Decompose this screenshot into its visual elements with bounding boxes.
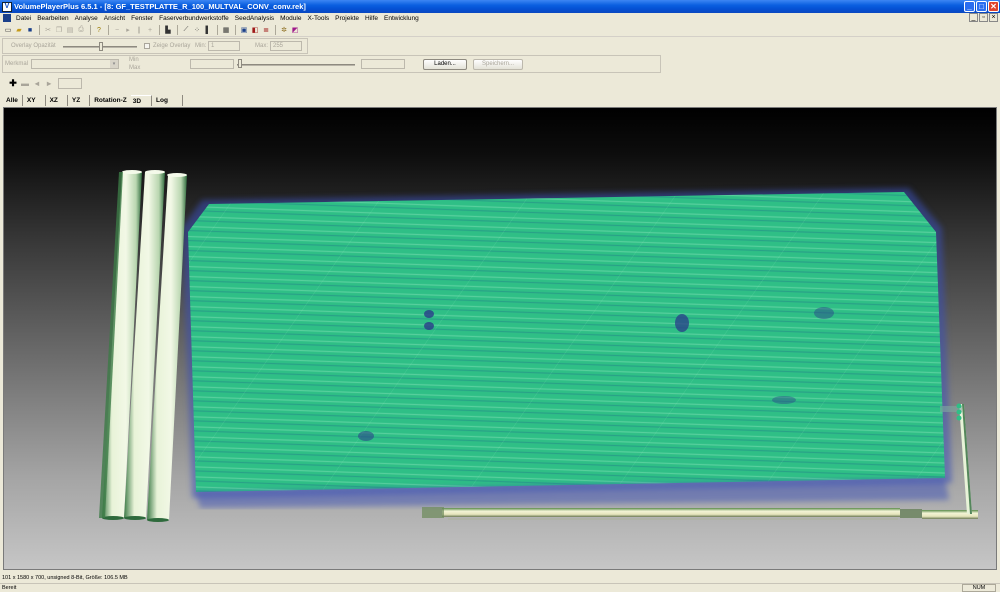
compare-icon[interactable]: ◧ <box>250 25 260 35</box>
overlay-max-label: Max: <box>255 43 269 49</box>
add-icon[interactable]: ✚ <box>8 78 18 88</box>
toolbar-separator <box>275 25 276 35</box>
paste-icon[interactable]: ▤ <box>65 25 75 35</box>
menu-seedanalysis[interactable]: SeedAnalysis <box>232 15 277 22</box>
cut-icon[interactable]: ✂ <box>43 25 53 35</box>
save-button[interactable]: Speichern... <box>473 59 523 70</box>
window-controls: _ □ ✕ <box>964 1 999 12</box>
3d-viewport[interactable] <box>3 107 997 570</box>
volume-rendering <box>99 170 978 522</box>
stack-icon[interactable]: ≣ <box>261 25 271 35</box>
menu-entwicklung[interactable]: Entwicklung <box>381 15 422 22</box>
menu-projekte[interactable]: Projekte <box>332 15 362 22</box>
tab-yz[interactable]: YZ <box>67 95 91 106</box>
pause-icon[interactable]: ∥ <box>134 25 144 35</box>
layout-icon[interactable]: ▣ <box>239 25 249 35</box>
prev-icon[interactable]: ◂ <box>32 78 42 88</box>
menu-module[interactable]: Module <box>277 15 304 22</box>
app-icon[interactable]: V <box>2 1 12 12</box>
slice-controls: ✚ ▬ ◂ ▸ <box>2 76 142 92</box>
menu-fenster[interactable]: Fenster <box>128 15 156 22</box>
print-icon[interactable]: ⎙ <box>76 25 86 35</box>
toolbar-separator <box>159 25 160 35</box>
window-title: VolumePlayerPlus 6.5.1 - [8: GF_TESTPLAT… <box>14 2 306 11</box>
menu-faserverbundwerkstoffe[interactable]: Faserverbundwerkstoffe <box>156 15 232 22</box>
slice-input[interactable] <box>58 78 82 89</box>
mdi-controls: _ ▫ × <box>969 13 998 22</box>
overlay-opacity-label: Overlay Opazität <box>11 43 56 49</box>
open-folder-icon[interactable]: ▰ <box>14 25 24 35</box>
tab-rotation-z[interactable]: Rotation-Z <box>90 95 131 106</box>
points-tool-icon[interactable]: ⁘ <box>192 25 202 35</box>
mdi-minimize-button[interactable]: _ <box>969 13 978 22</box>
menu-analyse[interactable]: Analyse <box>72 15 101 22</box>
title-bar: V VolumePlayerPlus 6.5.1 - [8: GF_TESTPL… <box>0 0 1000 13</box>
save-icon[interactable]: ■ <box>25 25 35 35</box>
toolbar-separator <box>235 25 236 35</box>
status-bar: Bereit NUM <box>0 583 1000 592</box>
tab-log[interactable]: Log <box>152 95 183 106</box>
tab-alle[interactable]: Alle <box>2 95 23 106</box>
feature-select[interactable]: ▾ <box>31 59 119 69</box>
overlay-opacity-slider-thumb[interactable] <box>99 42 103 51</box>
bar-tool-icon[interactable]: ▌ <box>203 25 213 35</box>
menu-bar: Datei Bearbeiten Analyse Ansicht Fenster… <box>0 13 1000 23</box>
show-overlay-label: Zeige Overlay <box>153 43 191 49</box>
num-lock-indicator: NUM <box>962 584 996 592</box>
chevron-down-icon: ▾ <box>110 60 118 68</box>
minus-icon[interactable]: − <box>112 25 122 35</box>
menu-ansicht[interactable]: Ansicht <box>101 15 128 22</box>
histogram-icon[interactable]: ▙ <box>163 25 173 35</box>
help-pointer-icon[interactable]: ? <box>94 25 104 35</box>
feature-label: Merkmal <box>5 61 29 67</box>
overlay-min-label: Min: <box>195 43 207 49</box>
toolbar-separator <box>108 25 109 35</box>
play-icon[interactable]: ▸ <box>123 25 133 35</box>
tab-3d[interactable]: 3D <box>130 95 153 106</box>
tab-xy[interactable]: XY <box>22 95 46 106</box>
status-text: Bereit <box>2 585 17 591</box>
feature-min-label: Min <box>129 57 139 63</box>
overlay-min-input[interactable]: 1 <box>208 41 240 51</box>
toolbar-separator <box>177 25 178 35</box>
toolbar-separator <box>39 25 40 35</box>
feature-panel: Merkmal ▾ Min Max Laden... Speichern... <box>2 55 661 73</box>
segmentation-icon[interactable]: ◩ <box>290 25 300 35</box>
feature-max-label: Max <box>129 65 141 71</box>
menu-bearbeiten[interactable]: Bearbeiten <box>34 15 71 22</box>
toolbar: ▭ ▰ ■ ✂ ❐ ▤ ⎙ ? − ▸ ∥ + ▙ ⟋ ⁘ ▌ ▦ ▣ ◧ ≣ … <box>0 24 1000 37</box>
document-icon[interactable] <box>3 14 11 22</box>
plus-icon[interactable]: + <box>145 25 155 35</box>
copy-icon[interactable]: ❐ <box>54 25 64 35</box>
mdi-restore-button[interactable]: ▫ <box>979 13 988 22</box>
menu-hilfe[interactable]: Hilfe <box>362 15 381 22</box>
close-button[interactable]: ✕ <box>988 1 999 12</box>
menu-datei[interactable]: Datei <box>13 15 34 22</box>
remove-icon[interactable]: ▬ <box>20 78 30 88</box>
menu-x-tools[interactable]: X-Tools <box>304 15 332 22</box>
minimize-button[interactable]: _ <box>964 1 975 12</box>
view-tabs: Alle XY XZ YZ Rotation-Z 3D Log <box>2 95 183 106</box>
toolbar-separator <box>90 25 91 35</box>
next-icon[interactable]: ▸ <box>44 78 54 88</box>
load-button[interactable]: Laden... <box>423 59 467 70</box>
show-overlay-checkbox[interactable] <box>144 43 150 49</box>
feature-slider-thumb[interactable] <box>238 59 242 68</box>
new-file-icon[interactable]: ▭ <box>3 25 13 35</box>
maximize-button[interactable]: □ <box>976 1 987 12</box>
line-tool-icon[interactable]: ⟋ <box>181 25 191 35</box>
toolbar-separator <box>217 25 218 35</box>
feature-slider[interactable] <box>237 64 355 66</box>
feature-max-input[interactable] <box>361 59 405 69</box>
mdi-close-button[interactable]: × <box>989 13 998 22</box>
grid-icon[interactable]: ▦ <box>221 25 231 35</box>
overlay-max-input[interactable]: 255 <box>270 41 302 51</box>
tab-xz[interactable]: XZ <box>45 95 68 106</box>
tool-gear-icon[interactable]: ✲ <box>279 25 289 35</box>
feature-value-input[interactable] <box>190 59 234 69</box>
overlay-panel: Overlay Opazität Zeige Overlay Min: 1 Ma… <box>2 38 308 54</box>
volume-info: 101 x 1580 x 700, unsigned 8-Bit, Größe:… <box>2 575 128 581</box>
